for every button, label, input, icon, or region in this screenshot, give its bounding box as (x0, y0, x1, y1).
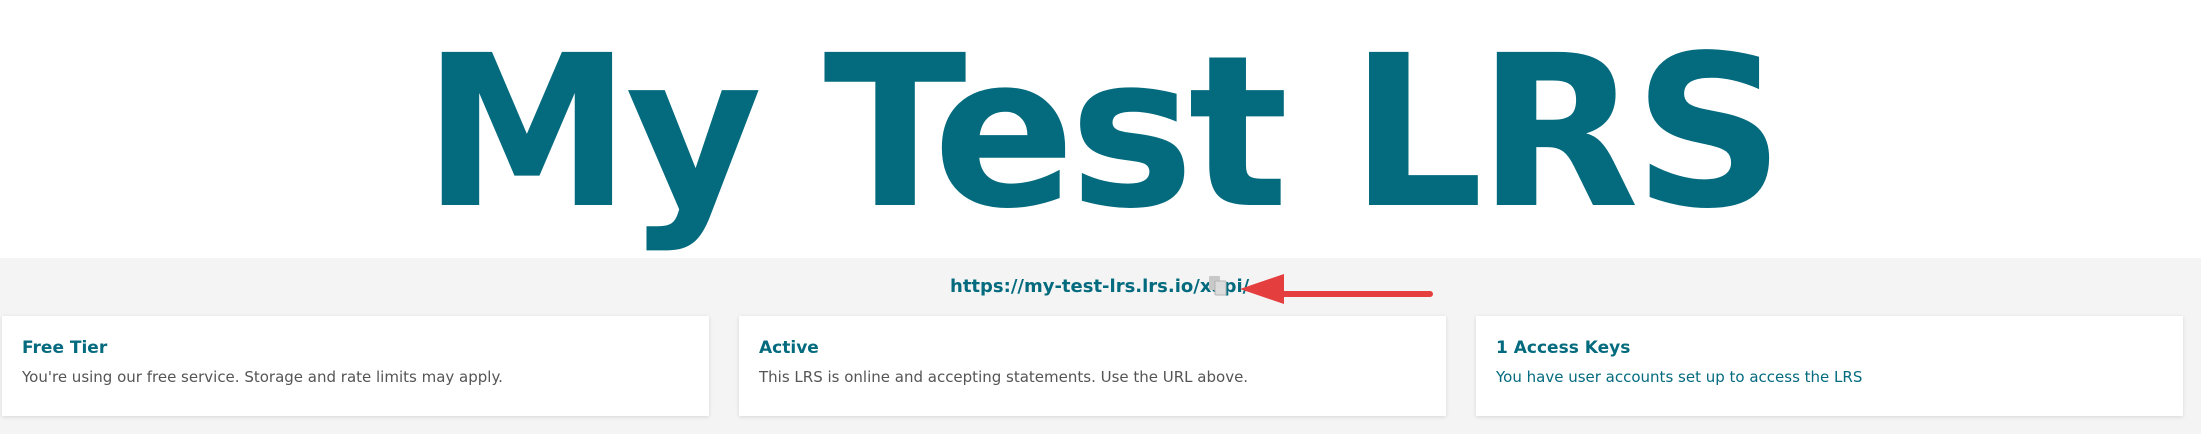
card-access-keys[interactable]: 1 Access Keys You have user accounts set… (1476, 316, 2183, 416)
lrs-endpoint-url[interactable]: https://my-test-lrs.lrs.io/xapi/ (950, 276, 1249, 297)
card-free-tier: Free Tier You're using our free service.… (2, 316, 709, 416)
lrs-title: My Test LRS (422, 10, 1784, 255)
card-text: This LRS is online and accepting stateme… (759, 368, 1249, 386)
hero-section: My Test LRS (0, 0, 2201, 258)
endpoint-bar: https://my-test-lrs.lrs.io/xapi/ (0, 258, 2201, 316)
card-text: You're using our free service. Storage a… (22, 368, 503, 386)
annotation-arrow (1240, 274, 1433, 304)
card-title: Active (759, 338, 819, 358)
card-active: Active This LRS is online and accepting … (739, 316, 1446, 416)
card-title: 1 Access Keys (1496, 338, 1631, 358)
copy-icon[interactable] (1207, 274, 1229, 298)
card-title: Free Tier (22, 338, 108, 358)
access-keys-link[interactable]: You have user accounts set up to access … (1496, 368, 2163, 386)
